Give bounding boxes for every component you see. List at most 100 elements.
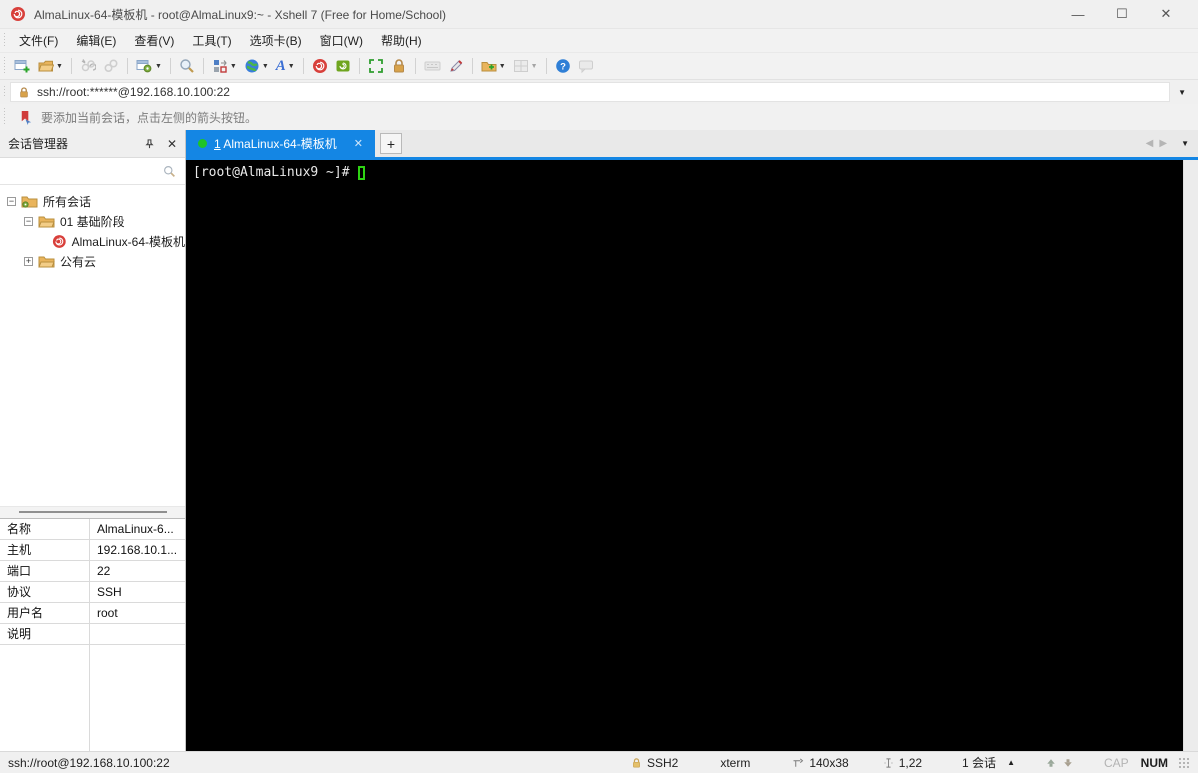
tab-almalinux[interactable]: 1 AlmaLinux-64-模板机 ✕ [186,130,375,157]
terminal-screen[interactable]: [root@AlmaLinux9 ~]# [186,160,1198,751]
table-row: 说明 [0,623,185,645]
find-button[interactable] [176,54,198,78]
toolbar-grip[interactable] [2,108,7,126]
toolbar-separator [545,58,547,74]
table-row: 协议 SSH [0,581,185,603]
menu-file[interactable]: 文件(F) [10,29,67,52]
main-area: 会话管理器 ✕ − 所有会话 − 01 基础阶段 AlmaLinux-64-模板… [0,130,1198,751]
maximize-button[interactable]: ☐ [1100,1,1144,27]
toolbar-separator [414,58,416,74]
status-protocol[interactable]: SSH2 [631,756,678,770]
address-dropdown-caret-icon[interactable]: ▼ [1170,88,1194,97]
disconnect-button[interactable] [77,54,99,78]
prop-description-label: 说明 [0,623,90,644]
close-button[interactable]: ✕ [1144,1,1188,27]
dropdown-caret-icon: ▼ [261,62,269,70]
menu-window[interactable]: 窗口(W) [311,29,372,52]
folder-icon [38,216,55,228]
fullscreen-button[interactable] [365,54,387,78]
layout-button[interactable]: ▼ [209,54,240,78]
menu-edit[interactable]: 编辑(E) [67,29,125,52]
terminal-scrollbar[interactable] [1183,160,1198,751]
panel-close-icon[interactable]: ✕ [167,137,177,151]
reconnect-icon [104,59,118,73]
folder-icon [38,256,55,268]
lock-screen-button[interactable] [388,54,410,78]
status-cursor-position[interactable]: 1,22 [883,756,922,770]
font-icon: A [275,57,286,74]
tree-item-session-almalinux[interactable]: AlmaLinux-64-模板机 [0,231,185,251]
session-properties-button[interactable]: ▼ [133,54,165,78]
open-folder-icon [38,60,54,72]
compose-pen-button[interactable] [445,54,467,78]
scroll-down-icon[interactable] [1062,757,1074,769]
add-favorite-flag-icon [21,110,32,125]
address-lock-icon [20,86,28,97]
menu-tabs[interactable]: 选项卡(B) [241,29,311,52]
feedback-button[interactable] [575,54,597,78]
new-xftp-transfer-button[interactable] [332,54,354,78]
pin-icon[interactable] [144,138,155,150]
prop-name-value: AlmaLinux-6... [97,521,174,536]
minimize-button[interactable]: — [1056,1,1100,27]
tab-number: 1 [214,137,221,151]
help-button[interactable]: ? [552,54,574,78]
toolbar-separator [169,58,171,74]
session-properties-table: 名称 AlmaLinux-6... 主机 192.168.10.1... 端口 … [0,517,185,751]
new-session-button[interactable] [11,54,34,78]
font-button[interactable]: A ▼ [273,54,298,78]
terminal-prompt: [root@AlmaLinux9 ~]# [193,165,358,180]
toolbar-grip[interactable] [2,33,7,48]
virtual-keyboard-button[interactable] [421,54,444,78]
new-session-folder-button[interactable]: ▼ [478,54,509,78]
table-row: 端口 22 [0,560,185,582]
tree-item-folder-01[interactable]: − 01 基础阶段 [0,211,185,231]
menu-help[interactable]: 帮助(H) [372,29,431,52]
encoding-button[interactable]: ▼ [241,54,272,78]
search-icon [164,165,175,177]
toolbar-separator [70,58,72,74]
session-tree-empty-area [0,273,185,506]
prop-username-value: root [97,605,118,620]
resize-grip-icon[interactable] [1178,756,1190,769]
tab-list-caret-icon[interactable]: ▼ [1181,139,1189,148]
dropdown-caret-icon: ▼ [154,62,162,70]
toolbar-separator [358,58,360,74]
expand-icon[interactable]: + [24,256,33,266]
info-message: 要添加当前会话，点击左侧的箭头按钮。 [41,110,258,125]
prop-port-label: 端口 [0,560,90,581]
tab-scroll-left-icon[interactable]: ◀ [1146,138,1154,149]
tile-windows-button[interactable]: ▼ [510,54,541,78]
collapse-icon[interactable]: − [7,196,16,206]
dropdown-caret-icon: ▼ [56,62,63,70]
menu-view[interactable]: 查看(V) [125,29,183,52]
toolbar-grip[interactable] [2,57,7,75]
session-search-box[interactable] [0,158,185,185]
scroll-up-icon[interactable] [1045,757,1057,769]
dropdown-caret-icon: ▼ [530,62,538,70]
tree-item-all-sessions[interactable]: − 所有会话 [0,191,185,211]
scroll-buttons [1045,757,1074,769]
folder-plus-icon [481,62,497,72]
new-tab-button[interactable]: + [379,133,402,154]
new-xshell-window-button[interactable] [309,54,331,78]
prop-username-label: 用户名 [0,602,90,623]
toolbar-grip[interactable] [2,86,7,98]
session-tree: − 所有会话 − 01 基础阶段 AlmaLinux-64-模板机 + 公有云 [0,185,185,273]
status-terminal-type[interactable]: xterm [720,756,750,770]
root-folder-icon [21,196,38,208]
status-session-count[interactable]: 1 会话 ▲ [962,754,1015,771]
open-sessions-button[interactable]: ▼ [35,54,66,78]
reconnect-button[interactable] [100,54,122,78]
panel-splitter[interactable] [0,505,185,518]
address-field[interactable]: ssh://root:******@192.168.10.100:22 [10,82,1171,102]
collapse-icon[interactable]: − [24,216,33,226]
status-screen-size[interactable]: 140x38 [792,756,849,770]
tree-item-folder-public-cloud[interactable]: + 公有云 [0,251,185,271]
search-icon [180,59,194,73]
disconnect-icon [81,59,96,72]
tab-close-icon[interactable]: ✕ [354,137,363,150]
menu-tools[interactable]: 工具(T) [183,29,240,52]
tab-scroll-right-icon[interactable]: ▶ [1159,138,1167,149]
table-row: 用户名 root [0,602,185,624]
